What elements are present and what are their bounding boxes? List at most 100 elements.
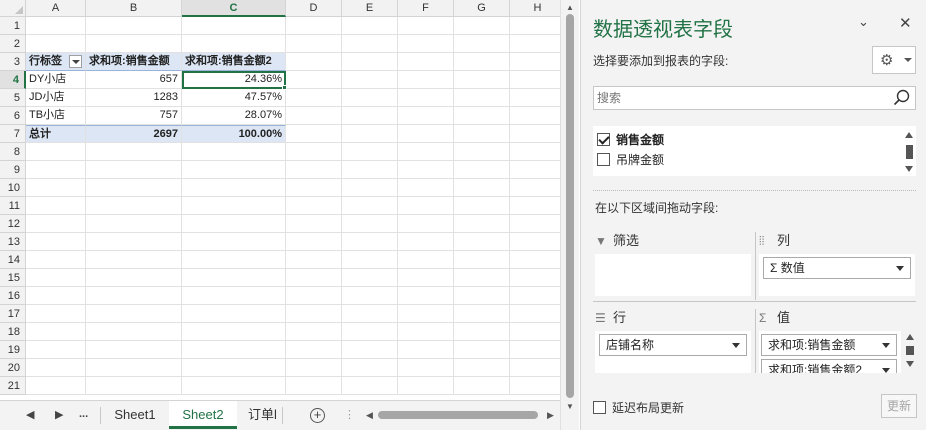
tab-sheet2[interactable]: Sheet2 (169, 401, 237, 429)
cell-g9[interactable] (454, 161, 510, 179)
cell-c2[interactable] (182, 35, 286, 53)
scroll-down-icon[interactable] (906, 361, 914, 367)
cell-b10[interactable] (86, 179, 182, 197)
filter-drop-zone[interactable] (595, 254, 751, 296)
tab-more-button[interactable]: ... (79, 408, 88, 420)
pivot-grand-total-label[interactable]: 总计 (26, 125, 86, 143)
row-header-4[interactable]: 4 (0, 71, 26, 89)
checkbox-unchecked[interactable] (597, 153, 610, 166)
column-header-c[interactable]: C (182, 0, 286, 17)
cell-e17[interactable] (342, 305, 398, 323)
cell-g17[interactable] (454, 305, 510, 323)
column-header-f[interactable]: F (398, 0, 454, 17)
fill-handle[interactable] (282, 85, 287, 90)
cell-d16[interactable] (286, 287, 342, 305)
cell-e11[interactable] (342, 197, 398, 215)
tab-sheet1[interactable]: Sheet1 (102, 401, 168, 429)
scroll-thumb[interactable] (906, 145, 913, 159)
cell-d1[interactable] (286, 17, 342, 35)
cell-c1[interactable] (182, 17, 286, 35)
cell-b12[interactable] (86, 215, 182, 233)
search-icon[interactable] (893, 89, 911, 107)
cell-f9[interactable] (398, 161, 454, 179)
cell-h19[interactable] (510, 341, 560, 359)
values-drop-zone[interactable]: 求和项:销售金额 求和项:销售金额2 (759, 331, 901, 373)
cell-f18[interactable] (398, 323, 454, 341)
pivot-sum-sales-2-header[interactable]: 求和项:销售金额2 (182, 53, 286, 71)
cell-c16[interactable] (182, 287, 286, 305)
cell-h18[interactable] (510, 323, 560, 341)
cell-h7[interactable] (510, 125, 560, 143)
cell-d10[interactable] (286, 179, 342, 197)
pivot-value-cell[interactable]: 757 (86, 107, 182, 125)
cell-c21[interactable] (182, 377, 286, 395)
cell-d14[interactable] (286, 251, 342, 269)
horizontal-scrollbar[interactable]: ◀ ▶ (364, 408, 558, 423)
cell-e20[interactable] (342, 359, 398, 377)
pivot-row-label[interactable]: JD小店 (26, 89, 86, 107)
cell-d17[interactable] (286, 305, 342, 323)
cell-f7[interactable] (398, 125, 454, 143)
scroll-up-icon[interactable] (905, 132, 913, 138)
cell-g2[interactable] (454, 35, 510, 53)
cell-a12[interactable] (26, 215, 86, 233)
cell-f5[interactable] (398, 89, 454, 107)
row-header-2[interactable]: 2 (0, 35, 26, 53)
cell-b19[interactable] (86, 341, 182, 359)
rows-drop-zone[interactable]: 店铺名称 (595, 331, 751, 373)
row-header-10[interactable]: 10 (0, 179, 26, 197)
cell-a17[interactable] (26, 305, 86, 323)
scroll-down-icon[interactable] (905, 166, 913, 172)
column-header-e[interactable]: E (342, 0, 398, 17)
cell-e18[interactable] (342, 323, 398, 341)
cell-a13[interactable] (26, 233, 86, 251)
cell-e14[interactable] (342, 251, 398, 269)
pane-options-chevron-icon[interactable]: ⌄ (858, 14, 869, 30)
cell-d13[interactable] (286, 233, 342, 251)
row-header-21[interactable]: 21 (0, 377, 26, 395)
cell-d2[interactable] (286, 35, 342, 53)
cell-f13[interactable] (398, 233, 454, 251)
cell-a16[interactable] (26, 287, 86, 305)
cell-c20[interactable] (182, 359, 286, 377)
row-header-5[interactable]: 5 (0, 89, 26, 107)
cell-b18[interactable] (86, 323, 182, 341)
cell-e16[interactable] (342, 287, 398, 305)
cell-f12[interactable] (398, 215, 454, 233)
tab-prev-icon[interactable]: ◀ (26, 408, 34, 421)
cell-a15[interactable] (26, 269, 86, 287)
pivot-sum-sales-header[interactable]: 求和项:销售金额 (86, 53, 182, 71)
select-all-corner[interactable] (0, 0, 26, 17)
cell-d5[interactable] (286, 89, 342, 107)
cell-c19[interactable] (182, 341, 286, 359)
cell-g21[interactable] (454, 377, 510, 395)
cell-b20[interactable] (86, 359, 182, 377)
cell-a2[interactable] (26, 35, 86, 53)
cell-g20[interactable] (454, 359, 510, 377)
cell-f19[interactable] (398, 341, 454, 359)
close-icon[interactable]: ✕ (899, 14, 912, 32)
pivot-grand-total-value[interactable]: 2697 (86, 125, 182, 143)
cell-d18[interactable] (286, 323, 342, 341)
cell-b17[interactable] (86, 305, 182, 323)
cell-c13[interactable] (182, 233, 286, 251)
cell-c11[interactable] (182, 197, 286, 215)
cell-h11[interactable] (510, 197, 560, 215)
row-header-18[interactable]: 18 (0, 323, 26, 341)
cell-c18[interactable] (182, 323, 286, 341)
cell-d11[interactable] (286, 197, 342, 215)
column-header-d[interactable]: D (286, 0, 342, 17)
values-chip-sum-sales-2[interactable]: 求和项:销售金额2 (761, 359, 897, 373)
cell-h21[interactable] (510, 377, 560, 395)
cell-g18[interactable] (454, 323, 510, 341)
cell-b11[interactable] (86, 197, 182, 215)
cell-h10[interactable] (510, 179, 560, 197)
cell-g13[interactable] (454, 233, 510, 251)
cell-b14[interactable] (86, 251, 182, 269)
scroll-down-icon[interactable]: ▼ (566, 402, 574, 411)
cell-h9[interactable] (510, 161, 560, 179)
cell-f4[interactable] (398, 71, 454, 89)
cell-g16[interactable] (454, 287, 510, 305)
pivot-grand-total-percent[interactable]: 100.00% (182, 125, 286, 143)
column-header-h[interactable]: H (510, 0, 560, 17)
